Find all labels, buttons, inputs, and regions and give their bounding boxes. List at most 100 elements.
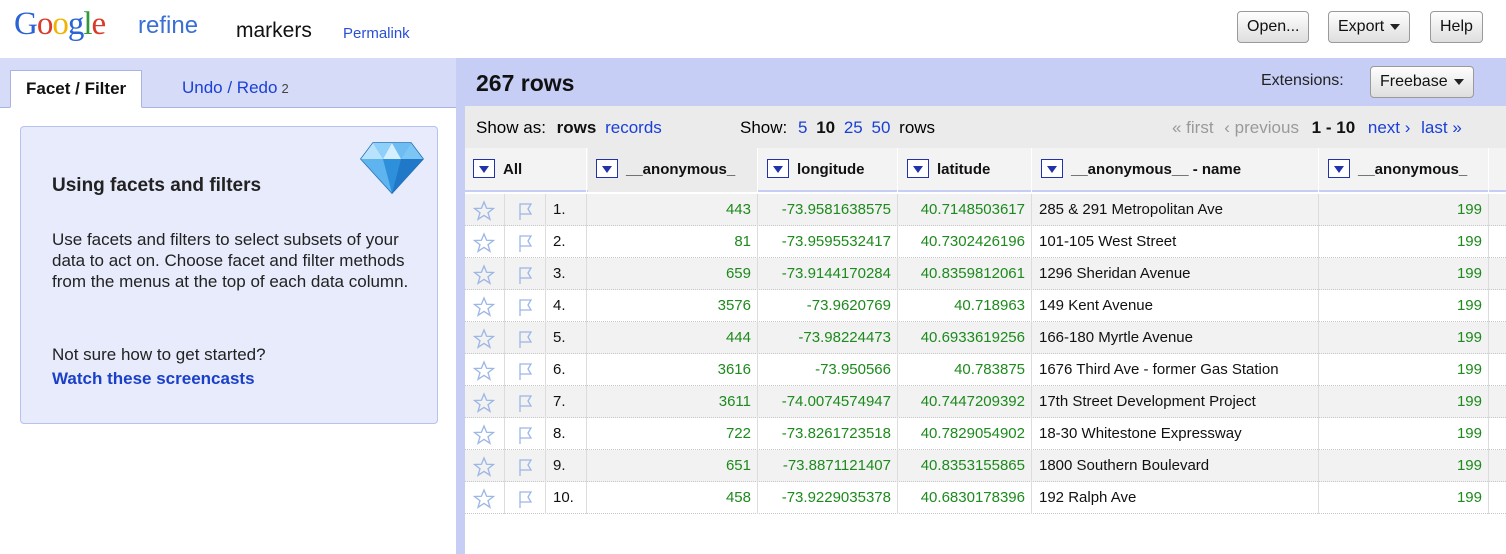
flag-cell[interactable] bbox=[506, 354, 546, 386]
dropdown-arrow-icon[interactable] bbox=[473, 159, 495, 179]
show-as-records-link[interactable]: records bbox=[605, 118, 662, 137]
star-cell[interactable] bbox=[465, 258, 505, 290]
tab-undo-redo[interactable]: Undo / Redo 2 bbox=[167, 70, 304, 108]
cell-anonymous[interactable]: 3576 bbox=[588, 290, 758, 322]
cell-anonymous[interactable]: 458 bbox=[588, 482, 758, 514]
column-header-longitude[interactable]: longitude bbox=[759, 148, 898, 192]
star-cell[interactable] bbox=[465, 354, 505, 386]
page-size-5[interactable]: 5 bbox=[798, 118, 807, 137]
cell-longitude[interactable]: -73.8261723518 bbox=[759, 418, 898, 450]
cell-longitude[interactable]: -73.9144170284 bbox=[759, 258, 898, 290]
help-button[interactable]: Help bbox=[1430, 11, 1483, 43]
star-cell[interactable] bbox=[465, 418, 505, 450]
flag-icon[interactable] bbox=[514, 328, 536, 350]
google-logo[interactable]: Google bbox=[14, 6, 106, 43]
cell-anonymous-2[interactable]: 199 bbox=[1320, 226, 1489, 258]
next-page-link[interactable]: next › bbox=[1368, 118, 1411, 137]
page-size-25[interactable]: 25 bbox=[844, 118, 863, 137]
flag-icon[interactable] bbox=[514, 360, 536, 382]
star-icon[interactable] bbox=[472, 296, 496, 318]
cell-latitude[interactable]: 40.6933619256 bbox=[899, 322, 1032, 354]
star-cell[interactable] bbox=[465, 450, 505, 482]
star-cell[interactable] bbox=[465, 226, 505, 258]
cell-anonymous-2[interactable]: 199 bbox=[1320, 450, 1489, 482]
export-button[interactable]: Export bbox=[1328, 11, 1411, 43]
cell-anonymous[interactable]: 443 bbox=[588, 194, 758, 226]
cell-latitude[interactable]: 40.6830178396 bbox=[899, 482, 1032, 514]
cell-latitude[interactable]: 40.7148503617 bbox=[899, 194, 1032, 226]
dropdown-arrow-icon[interactable] bbox=[767, 159, 789, 179]
flag-icon[interactable] bbox=[514, 392, 536, 414]
star-icon[interactable] bbox=[472, 232, 496, 254]
dropdown-arrow-icon[interactable] bbox=[907, 159, 929, 179]
cell-longitude[interactable]: -73.9595532417 bbox=[759, 226, 898, 258]
cell-latitude[interactable]: 40.8353155865 bbox=[899, 450, 1032, 482]
flag-icon[interactable] bbox=[514, 488, 536, 510]
star-icon[interactable] bbox=[472, 264, 496, 286]
page-size-50[interactable]: 50 bbox=[872, 118, 891, 137]
cell-latitude[interactable]: 40.8359812061 bbox=[899, 258, 1032, 290]
permalink-link[interactable]: Permalink bbox=[343, 25, 410, 42]
cell-longitude[interactable]: -73.950566 bbox=[759, 354, 898, 386]
cell-longitude[interactable]: -74.0074574947 bbox=[759, 386, 898, 418]
cell-name[interactable]: 285 & 291 Metropolitan Ave bbox=[1033, 194, 1319, 226]
flag-cell[interactable] bbox=[506, 226, 546, 258]
cell-longitude[interactable]: -73.9229035378 bbox=[759, 482, 898, 514]
dropdown-arrow-icon[interactable] bbox=[1041, 159, 1063, 179]
dropdown-arrow-icon[interactable] bbox=[1328, 159, 1350, 179]
column-header-anonymous[interactable]: __anonymous_ bbox=[588, 148, 758, 192]
cell-name[interactable]: 18-30 Whitestone Expressway bbox=[1033, 418, 1319, 450]
flag-icon[interactable] bbox=[514, 232, 536, 254]
flag-icon[interactable] bbox=[514, 296, 536, 318]
cell-anonymous-2[interactable]: 199 bbox=[1320, 354, 1489, 386]
cell-anonymous-2[interactable]: 199 bbox=[1320, 290, 1489, 322]
flag-cell[interactable] bbox=[506, 450, 546, 482]
last-page-link[interactable]: last » bbox=[1421, 118, 1462, 137]
cell-anonymous[interactable]: 444 bbox=[588, 322, 758, 354]
tab-facet-filter[interactable]: Facet / Filter bbox=[10, 70, 143, 108]
cell-anonymous[interactable]: 722 bbox=[588, 418, 758, 450]
cell-longitude[interactable]: -73.8871121407 bbox=[759, 450, 898, 482]
flag-cell[interactable] bbox=[506, 322, 546, 354]
flag-cell[interactable] bbox=[506, 290, 546, 322]
project-name[interactable]: markers bbox=[236, 19, 312, 43]
star-cell[interactable] bbox=[465, 194, 505, 226]
cell-name[interactable]: 166-180 Myrtle Avenue bbox=[1033, 322, 1319, 354]
cell-anonymous[interactable]: 81 bbox=[588, 226, 758, 258]
cell-latitude[interactable]: 40.7447209392 bbox=[899, 386, 1032, 418]
column-header-name[interactable]: __anonymous__ - name bbox=[1033, 148, 1319, 192]
cell-name[interactable]: 1676 Third Ave - former Gas Station bbox=[1033, 354, 1319, 386]
star-icon[interactable] bbox=[472, 424, 496, 446]
star-cell[interactable] bbox=[465, 386, 505, 418]
star-icon[interactable] bbox=[472, 200, 496, 222]
freebase-extension-button[interactable]: Freebase bbox=[1370, 66, 1474, 98]
star-icon[interactable] bbox=[472, 328, 496, 350]
cell-anonymous[interactable]: 659 bbox=[588, 258, 758, 290]
screencasts-link[interactable]: Watch these screencasts bbox=[52, 369, 255, 389]
cell-anonymous-2[interactable]: 199 bbox=[1320, 418, 1489, 450]
star-icon[interactable] bbox=[472, 392, 496, 414]
flag-cell[interactable] bbox=[506, 482, 546, 514]
cell-anonymous-2[interactable]: 199 bbox=[1320, 322, 1489, 354]
cell-anonymous[interactable]: 651 bbox=[588, 450, 758, 482]
star-cell[interactable] bbox=[465, 290, 505, 322]
cell-anonymous-2[interactable]: 199 bbox=[1320, 258, 1489, 290]
open-button[interactable]: Open... bbox=[1237, 11, 1310, 43]
flag-icon[interactable] bbox=[514, 424, 536, 446]
cell-latitude[interactable]: 40.7829054902 bbox=[899, 418, 1032, 450]
star-icon[interactable] bbox=[472, 488, 496, 510]
column-header-all[interactable]: All bbox=[465, 148, 587, 192]
cell-anonymous[interactable]: 3616 bbox=[588, 354, 758, 386]
cell-longitude[interactable]: -73.9620769 bbox=[759, 290, 898, 322]
cell-anonymous[interactable]: 3611 bbox=[588, 386, 758, 418]
star-cell[interactable] bbox=[465, 482, 505, 514]
cell-name[interactable]: 192 Ralph Ave bbox=[1033, 482, 1319, 514]
flag-cell[interactable] bbox=[506, 258, 546, 290]
cell-anonymous-2[interactable]: 199 bbox=[1320, 482, 1489, 514]
cell-name[interactable]: 101-105 West Street bbox=[1033, 226, 1319, 258]
cell-longitude[interactable]: -73.98224473 bbox=[759, 322, 898, 354]
cell-name[interactable]: 17th Street Development Project bbox=[1033, 386, 1319, 418]
flag-icon[interactable] bbox=[514, 456, 536, 478]
cell-anonymous-2[interactable]: 199 bbox=[1320, 386, 1489, 418]
cell-latitude[interactable]: 40.7302426196 bbox=[899, 226, 1032, 258]
